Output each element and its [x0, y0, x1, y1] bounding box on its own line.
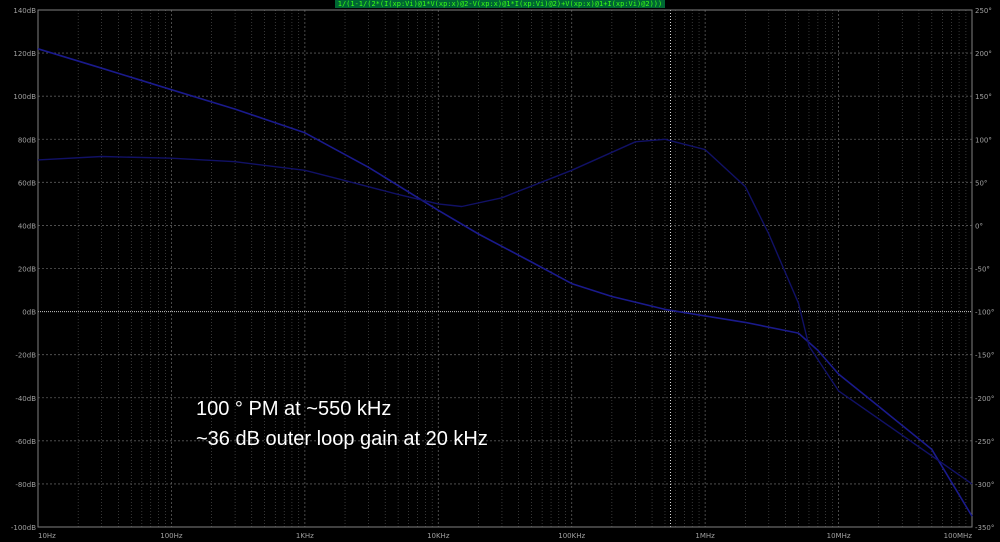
loop-gain-annotation: ~36 dB outer loop gain at 20 kHz — [196, 428, 488, 450]
x-tick-label: 100Hz — [160, 532, 183, 540]
y-left-tick-label: -80dB — [15, 481, 36, 489]
x-tick-label: 10MHz — [827, 532, 851, 540]
y-right-tick-label: 0° — [975, 222, 983, 230]
phase-margin-annotation: 100 ° PM at ~550 kHz — [196, 398, 392, 420]
y-right-tick-label: -350° — [975, 524, 994, 532]
y-left-tick-label: 120dB — [13, 50, 36, 58]
y-right-tick-label: -300° — [975, 481, 994, 489]
y-right-tick-label: 100° — [975, 136, 992, 144]
y-left-tick-label: 80dB — [18, 136, 36, 144]
y-right-tick-label: -250° — [975, 438, 994, 446]
y-left-tick-label: -40dB — [15, 395, 36, 403]
y-left-tick-label: 0dB — [22, 309, 36, 317]
x-tick-label: 1MHz — [695, 532, 715, 540]
x-tick-label: 10Hz — [38, 532, 56, 540]
bode-plot: 140dB120dB100dB80dB60dB40dB20dB0dB-20dB-… — [0, 0, 1000, 542]
y-right-tick-label: -150° — [975, 352, 994, 360]
y-left-tick-label: 20dB — [18, 266, 36, 274]
y-right-tick-label: 50° — [975, 179, 987, 187]
y-left-tick-label: -100dB — [11, 524, 36, 532]
y-right-tick-label: -50° — [975, 266, 990, 274]
x-tick-label: 10KHz — [427, 532, 450, 540]
trace-expression-text: 1/(1-1/(2*(I(xp:Vi)@1*V(xp:x)@2-V(xp:x)@… — [334, 0, 666, 8]
y-left-tick-label: 100dB — [13, 93, 36, 101]
y-right-tick-label: 200° — [975, 50, 992, 58]
y-right-tick-label: -200° — [975, 395, 994, 403]
y-left-tick-label: 40dB — [18, 222, 36, 230]
x-tick-label: 100KHz — [558, 532, 585, 540]
x-tick-label: 1KHz — [296, 532, 314, 540]
y-right-tick-label: 150° — [975, 93, 992, 101]
trace-expression-label[interactable]: 1/(1-1/(2*(I(xp:Vi)@1*V(xp:x)@2-V(xp:x)@… — [0, 0, 1000, 9]
y-right-tick-label: -100° — [975, 309, 994, 317]
x-tick-label: 100MHz — [944, 532, 973, 540]
y-left-tick-label: -20dB — [15, 352, 36, 360]
y-left-tick-label: -60dB — [15, 438, 36, 446]
y-left-tick-label: 60dB — [18, 179, 36, 187]
plot-background — [0, 0, 1000, 542]
